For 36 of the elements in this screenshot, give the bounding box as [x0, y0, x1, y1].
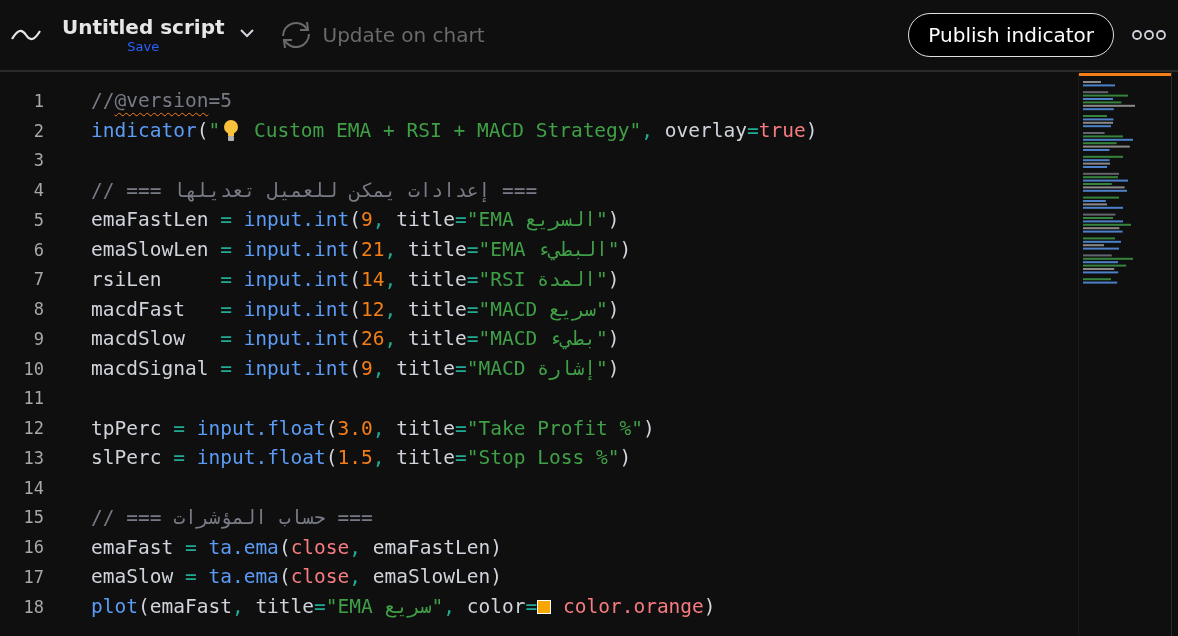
line-number: 4: [32, 180, 44, 201]
publish-button[interactable]: Publish indicator: [908, 13, 1114, 57]
code-line: emaSlow = ta.ema(close, emaSlowLen): [91, 565, 502, 589]
code-line: indicator(": [91, 119, 221, 143]
line-number: 7: [32, 269, 44, 290]
code-line: tpPerc = input.float(3.0, title="Take Profit %"): [91, 416, 655, 440]
line-number: 15: [22, 507, 44, 528]
code-line: //@version=5: [91, 89, 232, 113]
code-line: Custom EMA + RSI + MACD Strategy", overlay=true): [252, 119, 818, 143]
line-number: 17: [22, 566, 44, 587]
line-number: 11: [22, 388, 44, 409]
line-number: 13: [22, 447, 44, 468]
line-number: 10: [22, 358, 44, 379]
code-line: slPerc = input.float(1.5, title="Stop Loss %"): [91, 446, 632, 470]
code-line: color.orange): [561, 595, 716, 619]
save-link[interactable]: Save: [127, 39, 160, 55]
line-number: 2: [32, 120, 44, 141]
line-number: 12: [22, 418, 44, 439]
line-number: 14: [22, 477, 44, 498]
more-icon[interactable]: [1132, 29, 1166, 41]
line-number: 5: [32, 209, 44, 230]
line-number: 9: [32, 328, 44, 349]
line-number: 16: [22, 537, 44, 558]
script-title[interactable]: Untitled script: [62, 15, 225, 39]
minimap-drawing[interactable]: [1078, 73, 1171, 636]
line-number: 18: [22, 596, 44, 617]
chevron-down-icon[interactable]: [238, 28, 255, 38]
color-swatch[interactable]: [537, 599, 552, 614]
code-line: // === إعدادات يمكن للعميل تعديلها ===: [91, 178, 538, 202]
lightbulb-icon: [222, 118, 241, 143]
line-number: 1: [32, 90, 44, 111]
line-number: 3: [32, 150, 44, 171]
code-line: // === حساب المؤشرات ===: [91, 505, 373, 529]
code-line: emaFast = ta.ema(close, emaFastLen): [91, 535, 502, 559]
line-number: 6: [32, 239, 44, 260]
line-number: 8: [32, 299, 44, 320]
